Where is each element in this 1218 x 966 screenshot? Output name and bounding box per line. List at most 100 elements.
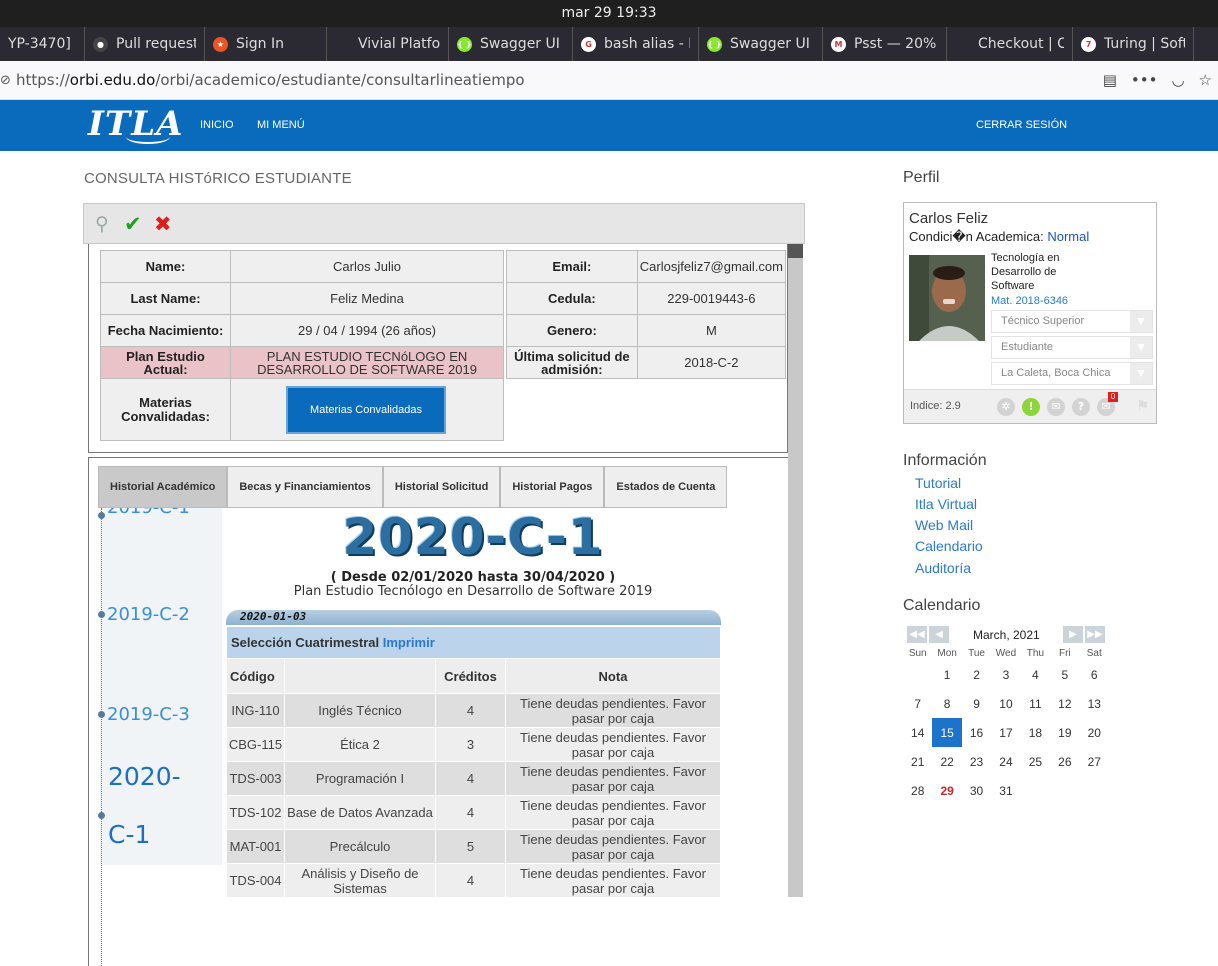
weekday: Mon xyxy=(937,647,957,659)
url-bar[interactable]: ⊘ https://orbi.edu.do/orbi/academico/est… xyxy=(0,61,1218,100)
browser-tab[interactable]: { } Swagger UI xyxy=(699,27,823,61)
browser-tab[interactable]: ● Pull request xyxy=(85,27,205,61)
settings-icon[interactable]: ✲ xyxy=(997,398,1015,416)
calendar-day[interactable]: 10 xyxy=(991,689,1020,718)
alert-icon[interactable]: ! xyxy=(1022,398,1040,416)
prev-month-icon[interactable]: ◀ xyxy=(929,626,949,643)
calendar-day[interactable]: 13 xyxy=(1080,689,1109,718)
calendar-day[interactable]: 31 xyxy=(991,776,1020,805)
browser-tab[interactable]: YP-3470] co xyxy=(0,27,85,61)
calendar-day xyxy=(1021,776,1050,805)
timeline-item-2019-c-2[interactable]: 2019-C-2 xyxy=(107,604,190,625)
search-icon[interactable]: ⚲ xyxy=(95,212,109,236)
calendar-day[interactable]: 19 xyxy=(1050,718,1079,747)
calendar-day[interactable]: 2 xyxy=(962,660,991,689)
calendar-day[interactable]: 27 xyxy=(1080,747,1109,776)
timeline-panel: 2019-C-1 xyxy=(100,508,222,865)
scrollbar-track[interactable] xyxy=(788,244,803,897)
close-icon[interactable]: ✖ xyxy=(154,212,172,236)
cedula-label: Cedula: xyxy=(506,282,638,315)
browser-tab[interactable]: 7 Turing | Soft xyxy=(1073,27,1194,61)
course-note: Tiene deudas pendientes. Favor pasar por… xyxy=(505,761,721,796)
next-year-icon[interactable]: ▶▶ xyxy=(1085,626,1105,643)
more-actions-icon[interactable]: ••• xyxy=(1131,71,1158,89)
browser-tab-label: Checkout | C xyxy=(978,36,1064,52)
browser-tab[interactable]: { } Swagger UI xyxy=(449,27,573,61)
help-icon[interactable]: ? xyxy=(1072,398,1090,416)
calendar-day[interactable]: 25 xyxy=(1021,747,1050,776)
timeline-item-current-suffix[interactable]: C-1 xyxy=(108,820,150,849)
page-icon xyxy=(955,36,970,52)
browser-tab[interactable]: Vivial Platform xyxy=(327,27,449,61)
period-plan: Plan Estudio Tecnólogo en Desarrollo de … xyxy=(293,584,653,599)
table-row: TDS-004 Análisis y Diseño de Sistemas 4 … xyxy=(226,863,721,898)
weekday: Wed xyxy=(995,647,1017,659)
browser-tab[interactable]: Checkout | C xyxy=(947,27,1073,61)
calendar-day[interactable]: 18 xyxy=(1021,718,1050,747)
link-calendario[interactable]: Calendario xyxy=(915,538,983,554)
calendar-day[interactable]: 12 xyxy=(1050,689,1079,718)
calendar-day[interactable]: 17 xyxy=(991,718,1020,747)
calendar-day[interactable]: 11 xyxy=(1021,689,1050,718)
calendar-day[interactable]: 1 xyxy=(932,660,961,689)
tab-becas[interactable]: Becas y Financiamientos xyxy=(227,466,383,508)
calendar-day[interactable]: 28 xyxy=(903,776,932,805)
timeline-item-2019-c-1[interactable]: 2019-C-1 xyxy=(107,508,190,518)
tab-estados-cuenta[interactable]: Estados de Cuenta xyxy=(604,466,728,508)
timeline-item-current[interactable]: 2020- xyxy=(108,762,181,791)
print-link[interactable]: Imprimir xyxy=(383,635,435,650)
course-code: MAT-001 xyxy=(226,829,285,864)
scrollbar-thumb[interactable] xyxy=(788,244,803,258)
nav-inicio[interactable]: INICIO xyxy=(200,119,234,131)
matricula[interactable]: Mat. 2018-6346 xyxy=(991,295,1068,307)
calendar-day[interactable]: 24 xyxy=(991,747,1020,776)
link-tutorial[interactable]: Tutorial xyxy=(915,475,961,491)
nav-mi-menu[interactable]: MI MENÚ xyxy=(257,119,305,131)
calendar-day[interactable]: 23 xyxy=(962,747,991,776)
url-text[interactable]: https://orbi.edu.do/orbi/academico/estud… xyxy=(16,71,525,89)
materias-convalidadas-button[interactable]: Materias Convalidadas xyxy=(286,385,446,434)
calendar-day[interactable]: 4 xyxy=(1021,660,1050,689)
calendar-day[interactable]: 26 xyxy=(1050,747,1079,776)
chevron-down-icon: ▼ xyxy=(1130,311,1152,332)
calendar-day[interactable]: 16 xyxy=(962,718,991,747)
next-month-icon[interactable]: ▶ xyxy=(1063,626,1083,643)
browser-tab[interactable]: ★ Sign In xyxy=(205,27,327,61)
role-select[interactable]: Estudiante ▼ xyxy=(991,336,1153,359)
tab-historial-pagos[interactable]: Historial Pagos xyxy=(500,466,605,508)
link-itla-virtual[interactable]: Itla Virtual xyxy=(915,496,977,512)
calendar-day[interactable]: 21 xyxy=(903,747,932,776)
browser-tab[interactable]: Gbash alias - E xyxy=(573,27,699,61)
timeline-item-2019-c-3[interactable]: 2019-C-3 xyxy=(107,704,190,725)
calendar-day[interactable]: 7 xyxy=(903,689,932,718)
tab-historial-academico[interactable]: Historial Académico xyxy=(98,466,228,508)
calendar-day[interactable]: 29 xyxy=(932,776,961,805)
campus-select[interactable]: La Caleta, Boca Chica ▼ xyxy=(991,362,1153,385)
calendar-day[interactable]: 6 xyxy=(1080,660,1109,689)
link-auditoria[interactable]: Auditoría xyxy=(915,560,971,576)
link-web-mail[interactable]: Web Mail xyxy=(915,517,973,533)
calendar-day[interactable]: 5 xyxy=(1050,660,1079,689)
calendar-day[interactable]: 14 xyxy=(903,718,932,747)
pocket-icon[interactable]: ◡ xyxy=(1171,71,1184,89)
calendar-day[interactable]: 8 xyxy=(932,689,961,718)
nav-logout[interactable]: CERRAR SESIÓN xyxy=(976,119,1067,131)
flag-icon[interactable]: ⚑ xyxy=(1136,397,1149,415)
envelope-icon[interactable]: ✉ xyxy=(1047,398,1065,416)
selection-label: Selección Cuatrimestral xyxy=(231,635,380,650)
calendar-day[interactable]: 30 xyxy=(962,776,991,805)
calendar-day[interactable]: 22 xyxy=(932,747,961,776)
reader-view-icon[interactable]: ▤ xyxy=(1103,71,1117,89)
checkmark-icon[interactable]: ✔ xyxy=(124,212,142,236)
calendar-day[interactable]: 15 xyxy=(932,718,962,747)
calendar-day[interactable]: 3 xyxy=(991,660,1020,689)
calendar-day[interactable]: 9 xyxy=(962,689,991,718)
browser-tab[interactable]: M Psst — 20% xyxy=(823,27,947,61)
calendar-day[interactable]: 20 xyxy=(1080,718,1109,747)
prev-year-icon[interactable]: ◀◀ xyxy=(907,626,927,643)
level-select[interactable]: Técnico Superior ▼ xyxy=(991,310,1153,333)
swagger-icon: { } xyxy=(707,36,722,52)
bookmark-star-icon[interactable]: ☆ xyxy=(1199,71,1212,89)
tab-historial-solicitud[interactable]: Historial Solicitud xyxy=(382,466,501,508)
table-row: TDS-102 Base de Datos Avanzada 4 Tiene d… xyxy=(226,795,721,830)
